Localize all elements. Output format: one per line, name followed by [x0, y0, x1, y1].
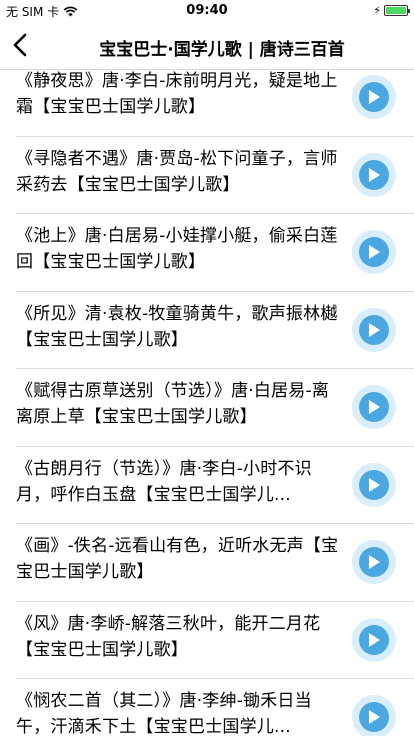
list-item[interactable]: 《寻隐者不遇》唐·贾岛-松下问童子，言师采药去【宝宝巴士国学儿歌】: [16, 137, 414, 214]
page-title: 宝宝巴士·国学儿歌 | 唐诗三百首: [99, 40, 345, 60]
play-icon: [359, 314, 389, 345]
list-item[interactable]: 《古朗月行（节选）》唐·李白-小时不识月，呼作白玉盘【宝宝巴士国学儿...: [16, 447, 414, 524]
song-list[interactable]: 《静夜思》唐·李白-床前明月光，疑是地上霜【宝宝巴士国学儿歌】 《寻隐者不遇》唐·…: [0, 71, 414, 736]
song-title: 《所见》清·袁枚-牧童骑黄牛，歌声振林樾【宝宝巴士国学儿歌】: [16, 303, 338, 350]
play-icon: [359, 547, 389, 577]
play-button[interactable]: [352, 385, 396, 429]
play-button[interactable]: [352, 152, 396, 197]
list-item[interactable]: 《静夜思》唐·李白-床前明月光，疑是地上霜【宝宝巴士国学儿歌】: [16, 71, 414, 137]
song-title: 《赋得古原草送别（节选）》唐·白居易-离离原上草【宝宝巴士国学儿歌】: [16, 381, 330, 427]
play-icon: [359, 624, 389, 655]
play-button[interactable]: [352, 617, 396, 662]
navigation-bar: 宝宝巴士·国学儿歌 | 唐诗三百首: [0, 22, 414, 70]
play-button[interactable]: [352, 462, 396, 507]
play-icon: [359, 392, 389, 422]
play-icon: [359, 469, 389, 500]
battery-icon: [384, 5, 410, 16]
list-item[interactable]: 《画》-佚名-远看山有色，近听水无声【宝宝巴士国学儿歌】: [16, 524, 414, 602]
status-time: 09:40: [186, 3, 228, 18]
list-item[interactable]: 《所见》清·袁枚-牧童骑黄牛，歌声振林樾【宝宝巴士国学儿歌】: [16, 292, 414, 369]
play-button[interactable]: [352, 540, 396, 584]
song-title: 《寻隐者不遇》唐·贾岛-松下问童子，言师采药去【宝宝巴士国学儿歌】: [16, 148, 338, 195]
play-button[interactable]: [352, 695, 396, 736]
song-title: 《风》唐·李峤-解落三秋叶，能开二月花【宝宝巴士国学儿歌】: [16, 613, 321, 660]
song-title: 《画》-佚名-远看山有色，近听水无声【宝宝巴士国学儿歌】: [16, 536, 339, 582]
list-item[interactable]: 《风》唐·李峤-解落三秋叶，能开二月花【宝宝巴士国学儿歌】: [16, 602, 414, 679]
play-icon: [359, 702, 389, 732]
play-button[interactable]: [352, 75, 396, 119]
play-icon: [359, 237, 389, 267]
chevron-left-icon: [13, 33, 27, 57]
song-title: 《静夜思》唐·李白-床前明月光，疑是地上霜【宝宝巴士国学儿歌】: [16, 71, 338, 117]
play-button[interactable]: [352, 307, 396, 352]
song-title: 《古朗月行（节选）》唐·李白-小时不识月，呼作白玉盘【宝宝巴士国学儿...: [16, 458, 312, 505]
play-icon: [359, 159, 389, 190]
list-item[interactable]: 《赋得古原草送别（节选）》唐·白居易-离离原上草【宝宝巴士国学儿歌】: [16, 369, 414, 447]
charging-icon: ⚡: [373, 4, 381, 17]
song-title: 《悯农二首（其二）》唐·李绅-锄禾日当午，汗滴禾下土【宝宝巴士国学儿...: [16, 691, 312, 736]
play-icon: [359, 82, 389, 112]
play-button[interactable]: [352, 230, 396, 274]
list-item[interactable]: 《池上》唐·白居易-小娃撑小艇，偷采白莲回【宝宝巴士国学儿歌】: [16, 214, 414, 292]
battery-group: ⚡: [373, 4, 410, 17]
back-button[interactable]: [6, 30, 36, 60]
status-bar: 无 SIM 卡 09:40 ⚡: [0, 0, 414, 22]
song-title: 《池上》唐·白居易-小娃撑小艇，偷采白莲回【宝宝巴士国学儿歌】: [16, 226, 338, 272]
list-item[interactable]: 《悯农二首（其二）》唐·李绅-锄禾日当午，汗滴禾下土【宝宝巴士国学儿...: [16, 679, 414, 736]
